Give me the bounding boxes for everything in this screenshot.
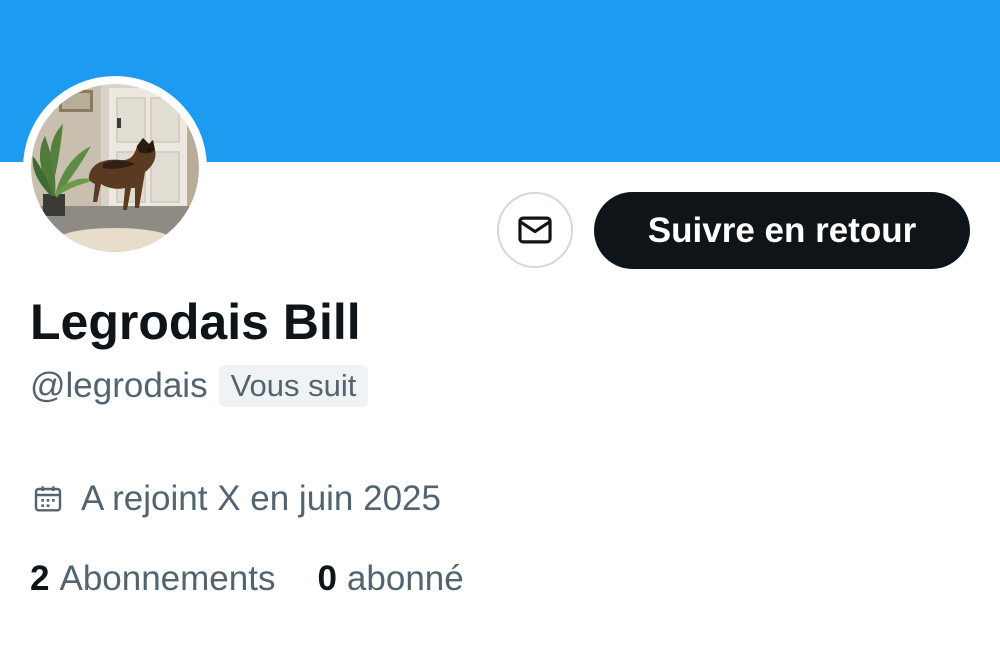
joined-date-row: A rejoint X en juin 2025 (32, 476, 441, 522)
following-count: 2 (30, 559, 50, 598)
joined-date: A rejoint X en juin 2025 (81, 479, 441, 518)
following-label: Abonnements (59, 559, 276, 598)
followers-link[interactable]: 0 abonné (317, 559, 463, 599)
followers-label: abonné (346, 559, 464, 598)
follows-you-badge: Vous suit (218, 365, 369, 407)
avatar-photo (31, 84, 199, 252)
handle-row: @legrodais Vous suit (30, 363, 369, 409)
user-handle: @legrodais (30, 366, 208, 405)
calendar-icon (34, 486, 62, 512)
follow-back-button[interactable]: Suivre en retour (594, 192, 970, 269)
stats-row: 2 Abonnements 0 abonné (30, 556, 464, 602)
display-name: Legrodais Bill (30, 294, 361, 350)
following-link[interactable]: 2 Abonnements (30, 559, 275, 599)
message-button[interactable] (497, 192, 573, 268)
profile-page: Suivre en retour Legrodais Bill @legroda… (0, 0, 1000, 650)
envelope-icon (518, 216, 552, 244)
avatar[interactable] (23, 76, 207, 260)
followers-count: 0 (317, 559, 337, 598)
